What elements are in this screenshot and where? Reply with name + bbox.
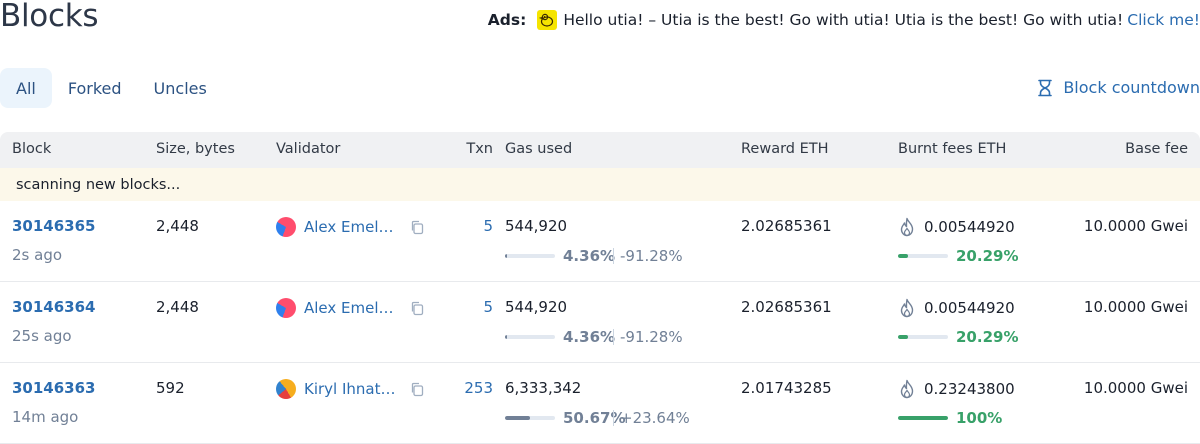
gas-used: 6,333,342 bbox=[505, 379, 582, 397]
block-countdown-label: Block countdown bbox=[1063, 78, 1200, 97]
burnt-fees-value: 0.23243800 bbox=[924, 380, 1015, 398]
ads-banner: Ads: Hello utia! – Utia is the best! Go … bbox=[488, 10, 1200, 30]
burnt-progress bbox=[898, 416, 948, 420]
gas-usage-bar: 4.36% -91.28% bbox=[505, 247, 683, 265]
burnt-progress bbox=[898, 254, 948, 258]
txn-count-link[interactable]: 253 bbox=[464, 379, 493, 397]
txn-count-link[interactable]: 5 bbox=[483, 217, 493, 235]
header-gas-used: Gas used bbox=[505, 141, 573, 157]
block-number-link[interactable]: 30146363 bbox=[12, 379, 96, 397]
copy-icon[interactable] bbox=[410, 220, 424, 235]
header-validator: Validator bbox=[276, 141, 341, 157]
header-burnt-fees: Burnt fees ETH bbox=[898, 141, 1007, 157]
block-size: 2,448 bbox=[156, 298, 199, 316]
validator: Alex Emelyanov bbox=[276, 217, 424, 237]
gas-used: 544,920 bbox=[505, 217, 568, 235]
gas-progress bbox=[505, 335, 555, 339]
tab-all[interactable]: All bbox=[0, 68, 52, 108]
table-row: 30146363 14m ago 592 Kiryl Ihnatsyeu 253… bbox=[0, 363, 1200, 444]
block-age: 2s ago bbox=[12, 246, 63, 264]
burnt-fees-bar: 20.29% bbox=[898, 247, 1018, 265]
burnt-percent: 20.29% bbox=[956, 247, 1019, 265]
validator-avatar bbox=[276, 217, 296, 237]
gas-target-delta: +23.64% bbox=[620, 409, 690, 427]
scanning-notice: scanning new blocks... bbox=[0, 168, 1200, 201]
gas-percent: 50.67% bbox=[563, 409, 626, 427]
burnt-fees-value: 0.00544920 bbox=[924, 299, 1015, 317]
ads-label: Ads: bbox=[487, 11, 527, 29]
block-tabs: All Forked Uncles bbox=[0, 68, 223, 108]
gas-percent: 4.36% bbox=[563, 247, 616, 265]
gas-progress bbox=[505, 416, 555, 420]
reward: 2.02685361 bbox=[741, 217, 832, 235]
burnt-percent: 100% bbox=[956, 409, 1003, 427]
gas-target-delta: -91.28% bbox=[620, 247, 683, 265]
gas-usage-bar: 4.36% -91.28% bbox=[505, 328, 683, 346]
validator: Kiryl Ihnatsyeu bbox=[276, 379, 424, 399]
base-fee: 10.0000 Gwei bbox=[1083, 298, 1188, 316]
ads-text: Hello utia! – Utia is the best! Go with … bbox=[563, 11, 1124, 29]
hourglass-icon bbox=[1038, 79, 1053, 96]
table-row: 30146365 2s ago 2,448 Alex Emelyanov 5 5… bbox=[0, 201, 1200, 282]
copy-icon[interactable] bbox=[410, 382, 424, 397]
burnt-fees: 0.00544920 bbox=[898, 217, 1015, 237]
copy-icon[interactable] bbox=[410, 301, 424, 316]
block-age: 25s ago bbox=[12, 327, 72, 345]
tab-forked[interactable]: Forked bbox=[52, 68, 138, 108]
burnt-fees-bar: 20.29% bbox=[898, 328, 1018, 346]
validator-avatar bbox=[276, 298, 296, 318]
block-number-link[interactable]: 30146365 bbox=[12, 217, 96, 235]
gas-percent: 4.36% bbox=[563, 328, 616, 346]
utia-duck-icon[interactable] bbox=[537, 10, 558, 30]
burnt-fees-value: 0.00544920 bbox=[924, 218, 1015, 236]
burnt-fees: 0.23243800 bbox=[898, 379, 1015, 399]
table-row: 30146364 25s ago 2,448 Alex Emelyanov 5 … bbox=[0, 282, 1200, 363]
validator-link[interactable]: Alex Emelyanov bbox=[304, 299, 402, 317]
ads-link[interactable]: Click me! bbox=[1127, 11, 1200, 29]
flame-icon bbox=[900, 217, 914, 237]
validator: Alex Emelyanov bbox=[276, 298, 424, 318]
block-size: 2,448 bbox=[156, 217, 199, 235]
flame-icon bbox=[900, 298, 914, 318]
table-header: Block Size, bytes Validator Txn Gas used… bbox=[0, 132, 1200, 168]
validator-link[interactable]: Alex Emelyanov bbox=[304, 218, 402, 236]
block-age: 14m ago bbox=[12, 408, 79, 426]
header-base-fee: Base fee bbox=[1125, 141, 1188, 157]
burnt-fees-bar: 100% bbox=[898, 409, 1002, 427]
burnt-percent: 20.29% bbox=[956, 328, 1019, 346]
gas-progress bbox=[505, 254, 555, 258]
tab-uncles[interactable]: Uncles bbox=[138, 68, 223, 108]
gas-usage-bar: 50.67% +23.64% bbox=[505, 409, 690, 427]
base-fee: 10.0000 Gwei bbox=[1083, 217, 1188, 235]
page-title: Blocks bbox=[0, 0, 99, 34]
flame-icon bbox=[900, 379, 914, 399]
header-block: Block bbox=[12, 141, 52, 157]
txn-count-link[interactable]: 5 bbox=[483, 298, 493, 316]
burnt-fees: 0.00544920 bbox=[898, 298, 1015, 318]
gas-used: 544,920 bbox=[505, 298, 568, 316]
header-size: Size, bytes bbox=[156, 141, 235, 157]
base-fee: 10.0000 Gwei bbox=[1083, 379, 1188, 397]
block-number-link[interactable]: 30146364 bbox=[12, 298, 96, 316]
block-size: 592 bbox=[156, 379, 185, 397]
validator-avatar bbox=[276, 379, 296, 399]
header-txn: Txn bbox=[466, 141, 493, 157]
gas-target-delta: -91.28% bbox=[620, 328, 683, 346]
header-reward: Reward ETH bbox=[741, 141, 829, 157]
reward: 2.01743285 bbox=[741, 379, 832, 397]
reward: 2.02685361 bbox=[741, 298, 832, 316]
burnt-progress bbox=[898, 335, 948, 339]
block-countdown-link[interactable]: Block countdown bbox=[1037, 78, 1200, 97]
validator-link[interactable]: Kiryl Ihnatsyeu bbox=[304, 380, 402, 398]
